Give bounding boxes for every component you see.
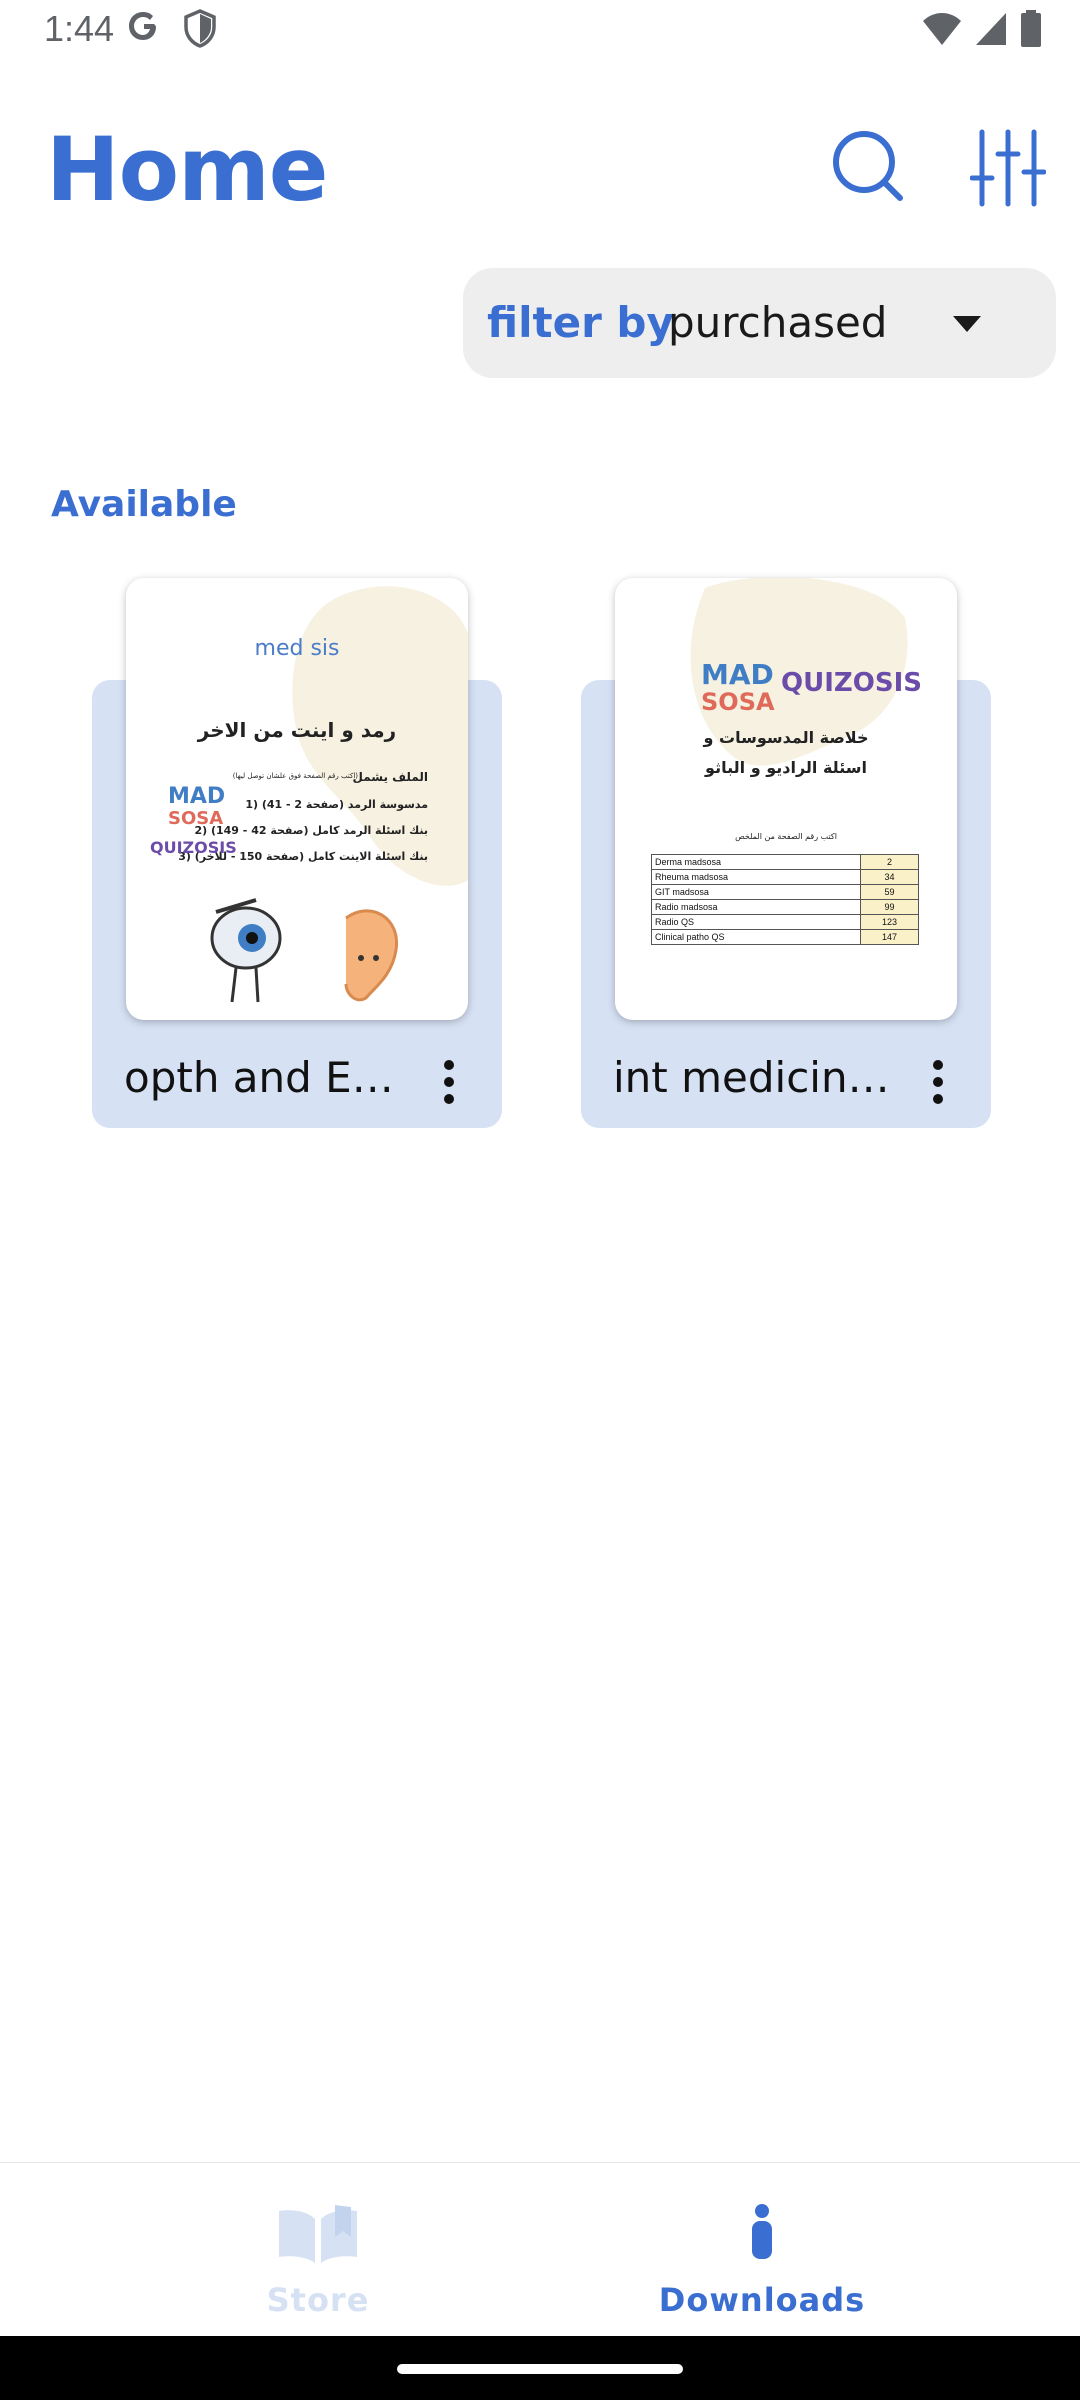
cover-line-2: 2) بنك اسئلة الرمد كامل (صفحة 42 - 149): [194, 824, 428, 837]
cover-table-page: 2: [860, 854, 919, 870]
cover-table-page: 59: [860, 884, 919, 900]
book-cover: med sis رمد و اينت من الاخر الملف يشمل (…: [126, 578, 468, 1020]
cover-includes: الملف يشمل: [352, 770, 428, 784]
search-icon[interactable]: [830, 128, 906, 204]
cover-table-subject: GIT madsosa: [651, 884, 861, 900]
cover-contents-table: Derma madsosa 2 Rheuma madsosa 34 GIT madsos…: [651, 854, 919, 945]
cover-table-subject: Derma madsosa: [651, 854, 861, 870]
book-card[interactable]: MAD SOSA QUIZOSIS خلاصة المدسوسات و اسئل…: [581, 578, 991, 1128]
cover-table-caption: اكتب رقم الصفحة من الملخص: [735, 832, 837, 841]
book-card[interactable]: med sis رمد و اينت من الاخر الملف يشمل (…: [92, 578, 502, 1128]
status-icons: [922, 10, 1042, 48]
battery-icon: [1021, 10, 1041, 47]
system-navigation-bar: [0, 2336, 1080, 2400]
bottom-navigation: Store Downloads: [0, 2162, 1080, 2336]
more-options-icon[interactable]: [923, 1056, 953, 1106]
nav-downloads-label: Downloads: [658, 2281, 866, 2319]
cover-table-subject: Rheuma madsosa: [651, 869, 861, 885]
filter-sliders-icon[interactable]: [970, 128, 1046, 208]
cover-table-page: 123: [860, 914, 919, 930]
cover-table-subject: Radio madsosa: [651, 899, 861, 915]
cover-logo-quizosis: QUIZOSIS: [150, 838, 237, 857]
cover-table-page: 34: [860, 869, 919, 885]
chevron-down-icon: [953, 316, 981, 332]
filter-label: filter by: [487, 298, 674, 347]
card-title: int medicine ...: [613, 1053, 903, 1102]
home-gesture-handle[interactable]: [397, 2364, 683, 2374]
cover-table-row: Rheuma madsosa 34: [651, 869, 919, 885]
cover-logo-mad: MAD: [168, 784, 226, 809]
more-options-icon[interactable]: [434, 1056, 464, 1106]
status-bar: 1:44: [0, 0, 1080, 64]
eye-and-ear-illustration: [210, 898, 398, 1003]
section-label-available: Available: [51, 484, 237, 525]
cover-logo-sosa: SOSA: [701, 688, 775, 716]
cover-table-row: GIT madsosa 59: [651, 884, 919, 900]
cover-brand: med sis: [254, 636, 340, 661]
filter-dropdown[interactable]: filter by purchased: [463, 268, 1056, 378]
cover-heading: رمد و اينت من الاخر: [197, 718, 397, 742]
cover-table-row: Derma madsosa 2: [651, 854, 919, 870]
google-icon: [129, 12, 156, 40]
wifi-icon: [923, 13, 961, 45]
cover-logo-mad: MAD: [701, 658, 774, 691]
cover-table-row: Radio madsosa 99: [651, 899, 919, 915]
cover-heading-2: اسئلة الراديو و الباثو: [705, 758, 867, 777]
cover-table-page: 99: [860, 899, 919, 915]
shield-icon: [184, 9, 216, 48]
cover-line-1: 1) مدسوسة الرمد (صفحة 2 - 41): [245, 798, 428, 811]
cover-table-row: Clinical patho QS 147: [651, 929, 919, 945]
person-icon: [752, 2204, 772, 2259]
cover-table-page: 147: [860, 929, 919, 945]
card-title: opth and EN...: [124, 1053, 414, 1102]
cover-table-subject: Clinical patho QS: [651, 929, 861, 945]
page-title: Home: [46, 118, 328, 221]
cover-logo-quizosis: QUIZOSIS: [781, 668, 922, 698]
cover-heading-1: خلاصة المدسوسات و: [703, 728, 869, 747]
signal-icon: [976, 13, 1006, 45]
cover-table-subject: Radio QS: [651, 914, 861, 930]
filter-value: purchased: [668, 298, 888, 347]
cover-note: (اكتب رقم الصفحة فوق علشان توصل ليها): [232, 772, 358, 780]
book-cover: MAD SOSA QUIZOSIS خلاصة المدسوسات و اسئل…: [615, 578, 957, 1020]
cover-table-row: Radio QS 123: [651, 914, 919, 930]
book-open-icon: [279, 2205, 357, 2263]
status-time: 1:44: [44, 8, 115, 49]
nav-downloads[interactable]: Downloads: [492, 2163, 1032, 2337]
cover-logo-sosa: SOSA: [168, 808, 224, 829]
